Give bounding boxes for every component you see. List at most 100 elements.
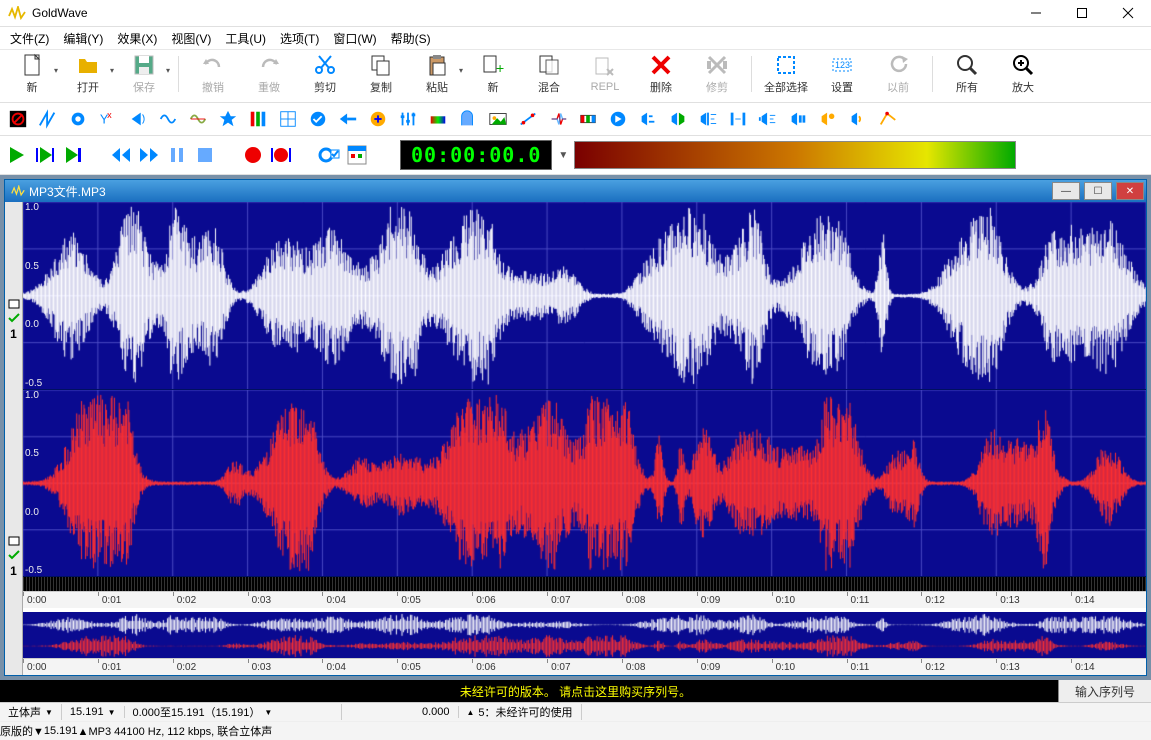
doc-close-button[interactable]: ✕ xyxy=(1116,182,1144,200)
enter-serial-button[interactable]: 输入序列号 xyxy=(1058,680,1151,702)
stereo-button[interactable] xyxy=(756,107,780,131)
status-length[interactable]: 15.191▼ xyxy=(62,706,125,718)
equalizer-button[interactable] xyxy=(396,107,420,131)
silence-reduce-button[interactable] xyxy=(726,107,750,131)
reverb-button[interactable] xyxy=(366,107,390,131)
open-button[interactable]: 打开▾ xyxy=(60,52,116,96)
play-end-button[interactable] xyxy=(62,144,84,166)
trim-icon xyxy=(705,53,729,77)
menu-帮助[interactable]: 帮助(S) xyxy=(385,28,437,49)
status-mode[interactable]: 原版的▼ xyxy=(0,723,44,739)
record-selection-button[interactable] xyxy=(270,144,292,166)
censor-button[interactable] xyxy=(6,107,30,131)
menu-文件[interactable]: 文件(Z) xyxy=(4,28,55,49)
document-title-bar[interactable]: MP3文件.MP3 — ☐ ✕ xyxy=(5,180,1146,202)
pause-button[interactable] xyxy=(166,144,188,166)
image-button[interactable] xyxy=(486,107,510,131)
voice-over-button[interactable] xyxy=(816,107,840,131)
license-text: 未经许可的版本。 请点击这里购买序列号。 xyxy=(460,683,691,700)
spectrum-filter-button[interactable] xyxy=(246,107,270,131)
set123-icon: 123 xyxy=(830,53,854,77)
offset-button[interactable] xyxy=(606,107,630,131)
menu-视图[interactable]: 视图(V) xyxy=(165,28,217,49)
timecode-dropdown[interactable]: ▼ xyxy=(558,150,568,161)
forward-button[interactable] xyxy=(138,144,160,166)
mix-button[interactable]: 混合 xyxy=(521,52,577,96)
menu-工具[interactable]: 工具(U) xyxy=(219,28,272,49)
doc-icon xyxy=(11,185,25,197)
play-selection-button[interactable] xyxy=(34,144,56,166)
time-ruler[interactable]: 0:000:010:020:030:040:050:060:070:080:09… xyxy=(23,591,1146,608)
prev-icon xyxy=(886,53,910,77)
level-meter[interactable] xyxy=(574,141,1016,169)
stop-button[interactable] xyxy=(194,144,216,166)
doc-minimize-button[interactable]: — xyxy=(1052,182,1080,200)
status-position[interactable]: 0.000 xyxy=(342,706,459,718)
status-range[interactable]: 0.000至15.191（15.191）▼ xyxy=(125,704,342,720)
new-button[interactable]: 新▾ xyxy=(4,52,60,96)
delete-button[interactable]: 删除 xyxy=(633,52,689,96)
new2-button[interactable]: +新 xyxy=(465,52,521,96)
loop-toggle-button[interactable] xyxy=(318,144,340,166)
play-button[interactable] xyxy=(6,144,28,166)
time-warp-button[interactable] xyxy=(786,107,810,131)
volume-shape-button[interactable] xyxy=(876,107,900,131)
pitch-button[interactable] xyxy=(336,107,360,131)
copy-button[interactable]: 复制 xyxy=(353,52,409,96)
compressor-icon xyxy=(158,109,178,129)
record-button[interactable] xyxy=(242,144,264,166)
selection-bar[interactable] xyxy=(23,577,1146,591)
plugins-button[interactable] xyxy=(636,107,660,131)
rewind-button[interactable] xyxy=(110,144,132,166)
mechanize-button[interactable] xyxy=(576,107,600,131)
maximize-button[interactable] xyxy=(1059,0,1105,26)
invert-button[interactable] xyxy=(546,107,570,131)
minimize-button[interactable] xyxy=(1013,0,1059,26)
echo-button[interactable] xyxy=(126,107,150,131)
document-window: MP3文件.MP3 — ☐ ✕ 1 1 xyxy=(4,179,1147,676)
flanger-button[interactable] xyxy=(216,107,240,131)
noise-reduction-button[interactable] xyxy=(306,107,330,131)
compressor-button[interactable] xyxy=(156,107,180,131)
expander-button[interactable] xyxy=(186,107,210,131)
plugins-icon xyxy=(638,109,658,129)
dynamics-button[interactable]: Yx xyxy=(96,107,120,131)
properties-button[interactable] xyxy=(346,144,368,166)
overview-time-ruler[interactable]: 0:000:010:020:030:040:050:060:070:080:09… xyxy=(23,658,1146,675)
status-zoom[interactable]: ▲5：未经许可的使用 xyxy=(459,704,582,720)
spectrum-button[interactable] xyxy=(426,107,450,131)
main-toolbar: 新▾打开▾保存▾撤销重做剪切复制粘贴▾+新混合REPL删除修剪全部选择123设置… xyxy=(0,50,1151,103)
file-icon xyxy=(20,53,44,77)
repl-button: REPL xyxy=(577,52,633,96)
interpolate-button[interactable] xyxy=(516,107,540,131)
menu-选项[interactable]: 选项(T) xyxy=(274,28,325,49)
doppler-button[interactable] xyxy=(66,107,90,131)
zoomin-button[interactable]: 放大 xyxy=(995,52,1051,96)
reverb2-button[interactable] xyxy=(456,107,480,131)
status-channels[interactable]: 立体声▼ xyxy=(0,704,62,720)
reverse-button[interactable] xyxy=(696,107,720,131)
crossfade-button[interactable] xyxy=(36,107,60,131)
status-format[interactable]: ▲MP3 44100 Hz, 112 kbps, 联合立体声 xyxy=(78,723,273,739)
overview-waveform[interactable] xyxy=(23,608,1146,658)
channel-1-controls[interactable]: 1 xyxy=(5,202,23,439)
close-button[interactable] xyxy=(1105,0,1151,26)
channel-2-controls[interactable]: 1 xyxy=(5,439,23,676)
waveform-channel-2[interactable]: 1.00.50.0-0.5 xyxy=(23,390,1146,578)
set-button[interactable]: 123设置 xyxy=(814,52,870,96)
menu-窗口[interactable]: 窗口(W) xyxy=(327,28,382,49)
all-button[interactable]: 所有 xyxy=(939,52,995,96)
menu-效果[interactable]: 效果(X) xyxy=(111,28,163,49)
channel-side-column: 1 1 xyxy=(5,202,23,675)
cut-button[interactable]: 剪切 xyxy=(297,52,353,96)
copy-icon xyxy=(369,53,393,77)
doc-maximize-button[interactable]: ☐ xyxy=(1084,182,1112,200)
resample-button[interactable] xyxy=(666,107,690,131)
parametric-eq-button[interactable] xyxy=(276,107,300,131)
license-banner[interactable]: 未经许可的版本。 请点击这里购买序列号。 输入序列号 xyxy=(0,680,1151,702)
menu-编辑[interactable]: 编辑(Y) xyxy=(57,28,109,49)
paste-button[interactable]: 粘贴▾ xyxy=(409,52,465,96)
selall-button[interactable]: 全部选择 xyxy=(758,52,814,96)
volume-match-button[interactable] xyxy=(846,107,870,131)
waveform-channel-1[interactable]: 1.00.50.0-0.5 xyxy=(23,202,1146,390)
